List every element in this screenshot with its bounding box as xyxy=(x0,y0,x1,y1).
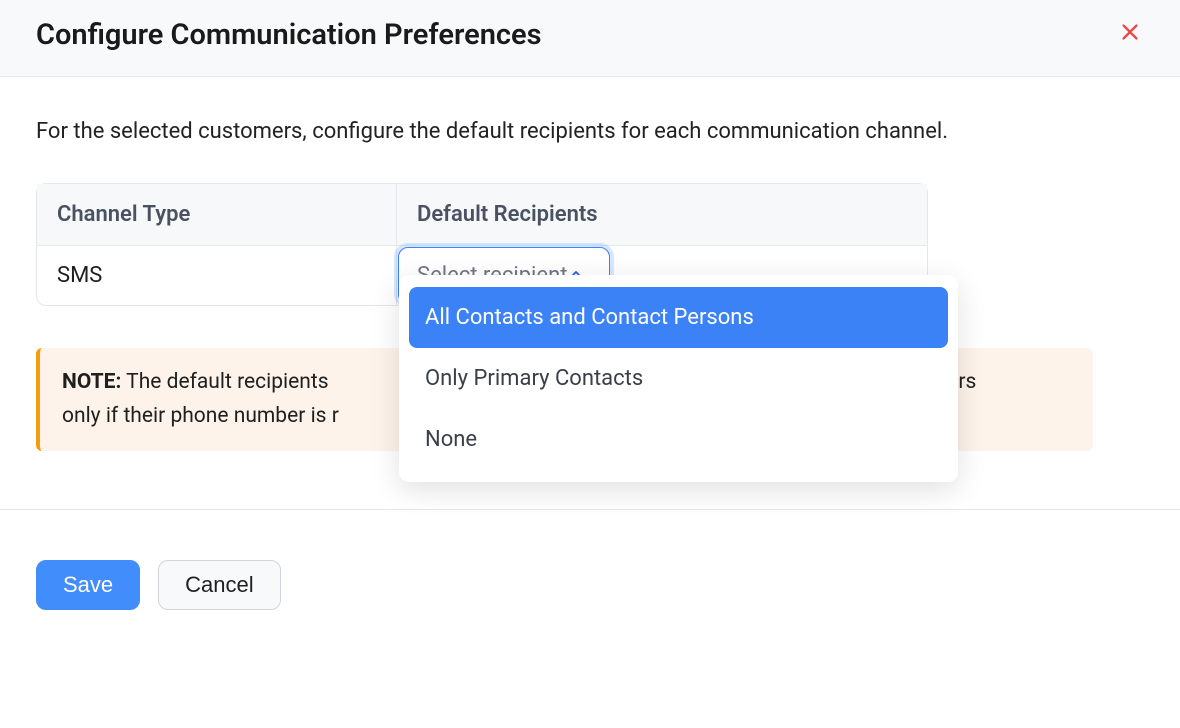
note-label: NOTE: xyxy=(62,370,121,394)
table-header-row: Channel Type Default Recipients xyxy=(37,184,927,246)
modal-body: For the selected customers, configure th… xyxy=(0,77,1180,461)
close-icon xyxy=(1119,21,1141,49)
cell-channel-type: SMS xyxy=(37,246,397,305)
dropdown-option-primary-contacts[interactable]: Only Primary Contacts xyxy=(409,348,948,409)
dropdown-option-none[interactable]: None xyxy=(409,409,948,470)
col-header-channel-type: Channel Type xyxy=(37,184,397,245)
recipient-dropdown: All Contacts and Contact Persons Only Pr… xyxy=(399,275,958,482)
col-header-default-recipients: Default Recipients xyxy=(397,184,927,245)
save-button[interactable]: Save xyxy=(36,560,140,610)
modal-footer: Save Cancel xyxy=(0,509,1180,610)
modal-title: Configure Communication Preferences xyxy=(36,18,542,52)
dropdown-option-all-contacts[interactable]: All Contacts and Contact Persons xyxy=(409,287,948,348)
preferences-table: Channel Type Default Recipients SMS Sele… xyxy=(36,183,928,306)
note-text-line1a: The default recipients xyxy=(121,370,333,394)
modal-header: Configure Communication Preferences xyxy=(0,0,1180,77)
description-text: For the selected customers, configure th… xyxy=(36,115,1144,149)
cancel-button[interactable]: Cancel xyxy=(158,560,280,610)
close-button[interactable] xyxy=(1116,21,1144,49)
note-text-line2: only if their phone number is r xyxy=(62,404,339,428)
